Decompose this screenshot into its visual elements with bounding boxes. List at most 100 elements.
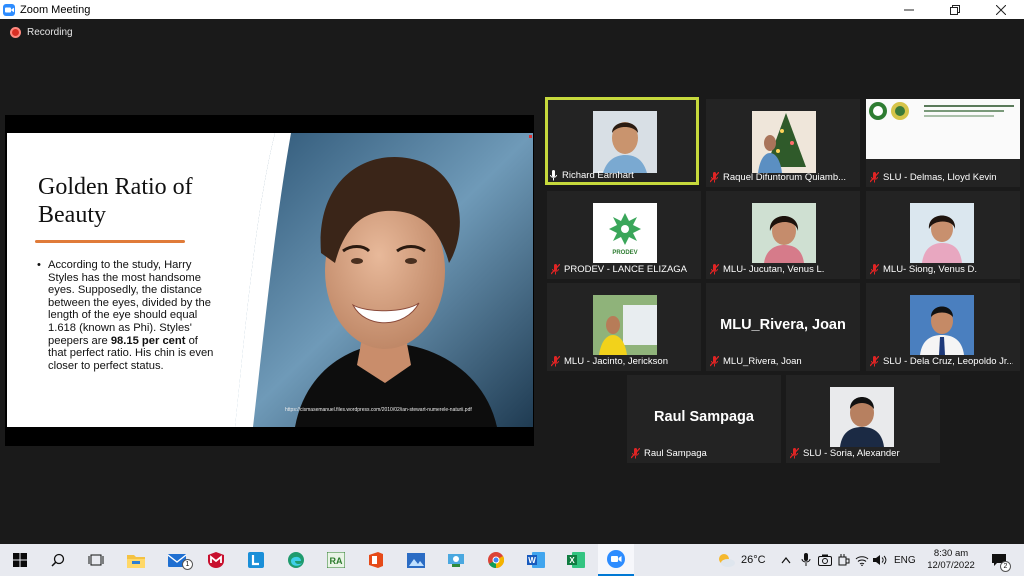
participant-video bbox=[910, 203, 974, 263]
photos-button[interactable] bbox=[398, 544, 434, 576]
weather-sun-cloud-icon bbox=[719, 554, 735, 567]
participant-name: PRODEV - LANCE ELIZAGA bbox=[564, 264, 688, 275]
participant-tile-rivera[interactable]: MLU_Rivera, Joan MLU_Rivera, Joan bbox=[706, 283, 860, 371]
participant-name: Raul Sampaga bbox=[644, 448, 707, 459]
shared-screen[interactable]: Golden Ratio of Beauty • According to th… bbox=[5, 115, 534, 446]
window-title: Zoom Meeting bbox=[20, 3, 91, 16]
participant-display-name: MLU_Rivera, Joan bbox=[720, 317, 846, 333]
restore-button[interactable] bbox=[932, 0, 978, 19]
zoom-taskbar-button[interactable] bbox=[598, 544, 634, 576]
device-icon bbox=[838, 554, 850, 566]
microphone-tray-button[interactable] bbox=[798, 544, 814, 576]
notifications-button[interactable]: 2 bbox=[988, 544, 1011, 576]
recording-indicator[interactable]: Recording bbox=[10, 27, 73, 38]
ra-app-icon: RA bbox=[327, 552, 345, 568]
minimize-icon bbox=[904, 9, 914, 10]
mcafee-button[interactable] bbox=[198, 544, 234, 576]
participant-display-name: Raul Sampaga bbox=[654, 409, 754, 425]
chrome-profile-button[interactable] bbox=[478, 544, 514, 576]
participant-name: SLU - Delmas, Lloyd Kevin bbox=[883, 172, 997, 183]
weather-widget[interactable]: 26°C bbox=[716, 544, 766, 576]
recording-icon bbox=[10, 27, 21, 38]
participant-name: Richard Earnhart bbox=[562, 170, 634, 181]
device-tray-button[interactable] bbox=[836, 544, 852, 576]
participant-tile-richard-earnhart[interactable]: Richard Earnhart bbox=[545, 97, 699, 185]
ra-app-button[interactable]: RA bbox=[318, 544, 354, 576]
restore-icon bbox=[950, 4, 960, 15]
participant-name: SLU - Soria, Alexander bbox=[803, 448, 900, 459]
close-icon bbox=[996, 4, 1006, 15]
task-view-icon bbox=[88, 554, 104, 566]
excel-button[interactable]: X bbox=[558, 544, 594, 576]
participant-name: SLU - Dela Cruz, Leopoldo Jr.... bbox=[883, 356, 1013, 367]
chrome-icon bbox=[488, 552, 504, 568]
windows-icon bbox=[13, 553, 27, 567]
portrait-photo bbox=[235, 133, 533, 427]
volume-tray-button[interactable] bbox=[872, 544, 888, 576]
participant-video-screen bbox=[866, 99, 1020, 159]
clock-time: 8:30 am bbox=[933, 548, 969, 559]
edge-button[interactable] bbox=[278, 544, 314, 576]
camera-tray-button[interactable] bbox=[816, 544, 834, 576]
participant-video bbox=[830, 387, 894, 447]
network-app-button[interactable] bbox=[438, 544, 474, 576]
camera-icon bbox=[818, 554, 832, 566]
participant-tile-jacinto[interactable]: MLU - Jacinto, Jerickson bbox=[547, 283, 701, 371]
slide-text-part-1: According to the study, Harry Styles has… bbox=[48, 259, 211, 347]
meeting-area: Recording Golden Ratio of Beauty • Accor… bbox=[0, 19, 1024, 544]
participant-tile-jucutan[interactable]: MLU- Jucutan, Venus L. bbox=[706, 191, 860, 279]
svg-text:RA: RA bbox=[330, 556, 343, 566]
participant-tile-sampaga[interactable]: Raul Sampaga Raul Sampaga bbox=[627, 375, 781, 463]
mcafee-shield-icon bbox=[208, 552, 224, 568]
muted-mic-icon bbox=[870, 264, 879, 275]
participant-tile-dela-cruz[interactable]: SLU - Dela Cruz, Leopoldo Jr.... bbox=[866, 283, 1020, 371]
title-bar: Zoom Meeting bbox=[0, 0, 1024, 19]
folder-icon bbox=[127, 554, 145, 568]
speaker-icon bbox=[873, 555, 887, 565]
participant-video bbox=[593, 295, 657, 355]
participant-tile-delmas[interactable]: SLU - Delmas, Lloyd Kevin bbox=[866, 99, 1020, 187]
participant-name: MLU - Jacinto, Jerickson bbox=[564, 356, 669, 367]
mail-button[interactable]: 1 bbox=[160, 544, 196, 576]
photos-icon bbox=[407, 552, 425, 568]
word-button[interactable]: W bbox=[518, 544, 554, 576]
participant-name: MLU- Siong, Venus D. bbox=[883, 264, 977, 275]
participant-tile-siong[interactable]: MLU- Siong, Venus D. bbox=[866, 191, 1020, 279]
participant-tile-raquel[interactable]: Raquel Difuntorum Quiamb... bbox=[706, 99, 860, 187]
muted-mic-icon bbox=[551, 356, 560, 367]
close-button[interactable] bbox=[978, 0, 1024, 19]
slide-credit: https://cismasemanuel.files.wordpress.co… bbox=[285, 407, 472, 413]
search-button[interactable] bbox=[40, 544, 76, 576]
clock-date: 12/07/2022 bbox=[927, 560, 975, 571]
participant-video bbox=[593, 111, 657, 173]
wifi-tray-button[interactable] bbox=[854, 544, 870, 576]
participant-tile-prodev[interactable]: PRODEV PRODEV - LANCE ELIZAGA bbox=[547, 191, 701, 279]
muted-mic-icon bbox=[870, 172, 879, 183]
show-hidden-icons-button[interactable] bbox=[778, 544, 794, 576]
muted-mic-icon bbox=[790, 448, 799, 459]
app-l-button[interactable] bbox=[238, 544, 274, 576]
participant-name: Raquel Difuntorum Quiamb... bbox=[723, 172, 847, 183]
office-button[interactable] bbox=[358, 544, 394, 576]
participant-tile-soria[interactable]: SLU - Soria, Alexander bbox=[786, 375, 940, 463]
share-indicator-dot bbox=[529, 135, 532, 138]
slide-title: Golden Ratio of Beauty bbox=[38, 174, 193, 228]
muted-mic-icon bbox=[710, 172, 719, 183]
svg-text:W: W bbox=[528, 556, 536, 565]
zoom-window: Zoom Meeting Recording Golden Ratio of B… bbox=[0, 0, 1024, 576]
participant-name: MLU- Jucutan, Venus L. bbox=[723, 264, 825, 275]
participant-video bbox=[910, 295, 974, 355]
svg-text:X: X bbox=[569, 556, 575, 565]
muted-mic-icon bbox=[551, 264, 560, 275]
slide-title-underline bbox=[35, 240, 185, 243]
task-view-button[interactable] bbox=[78, 544, 114, 576]
participant-video bbox=[752, 203, 816, 263]
presentation-slide: Golden Ratio of Beauty • According to th… bbox=[7, 133, 533, 427]
start-button[interactable] bbox=[2, 544, 38, 576]
minimize-button[interactable] bbox=[886, 0, 932, 19]
input-language-button[interactable]: ENG bbox=[894, 544, 916, 576]
office-icon bbox=[369, 552, 383, 568]
file-explorer-button[interactable] bbox=[118, 544, 154, 576]
word-icon: W bbox=[527, 552, 545, 568]
taskbar-clock[interactable]: 8:30 am 12/07/2022 bbox=[918, 548, 984, 572]
